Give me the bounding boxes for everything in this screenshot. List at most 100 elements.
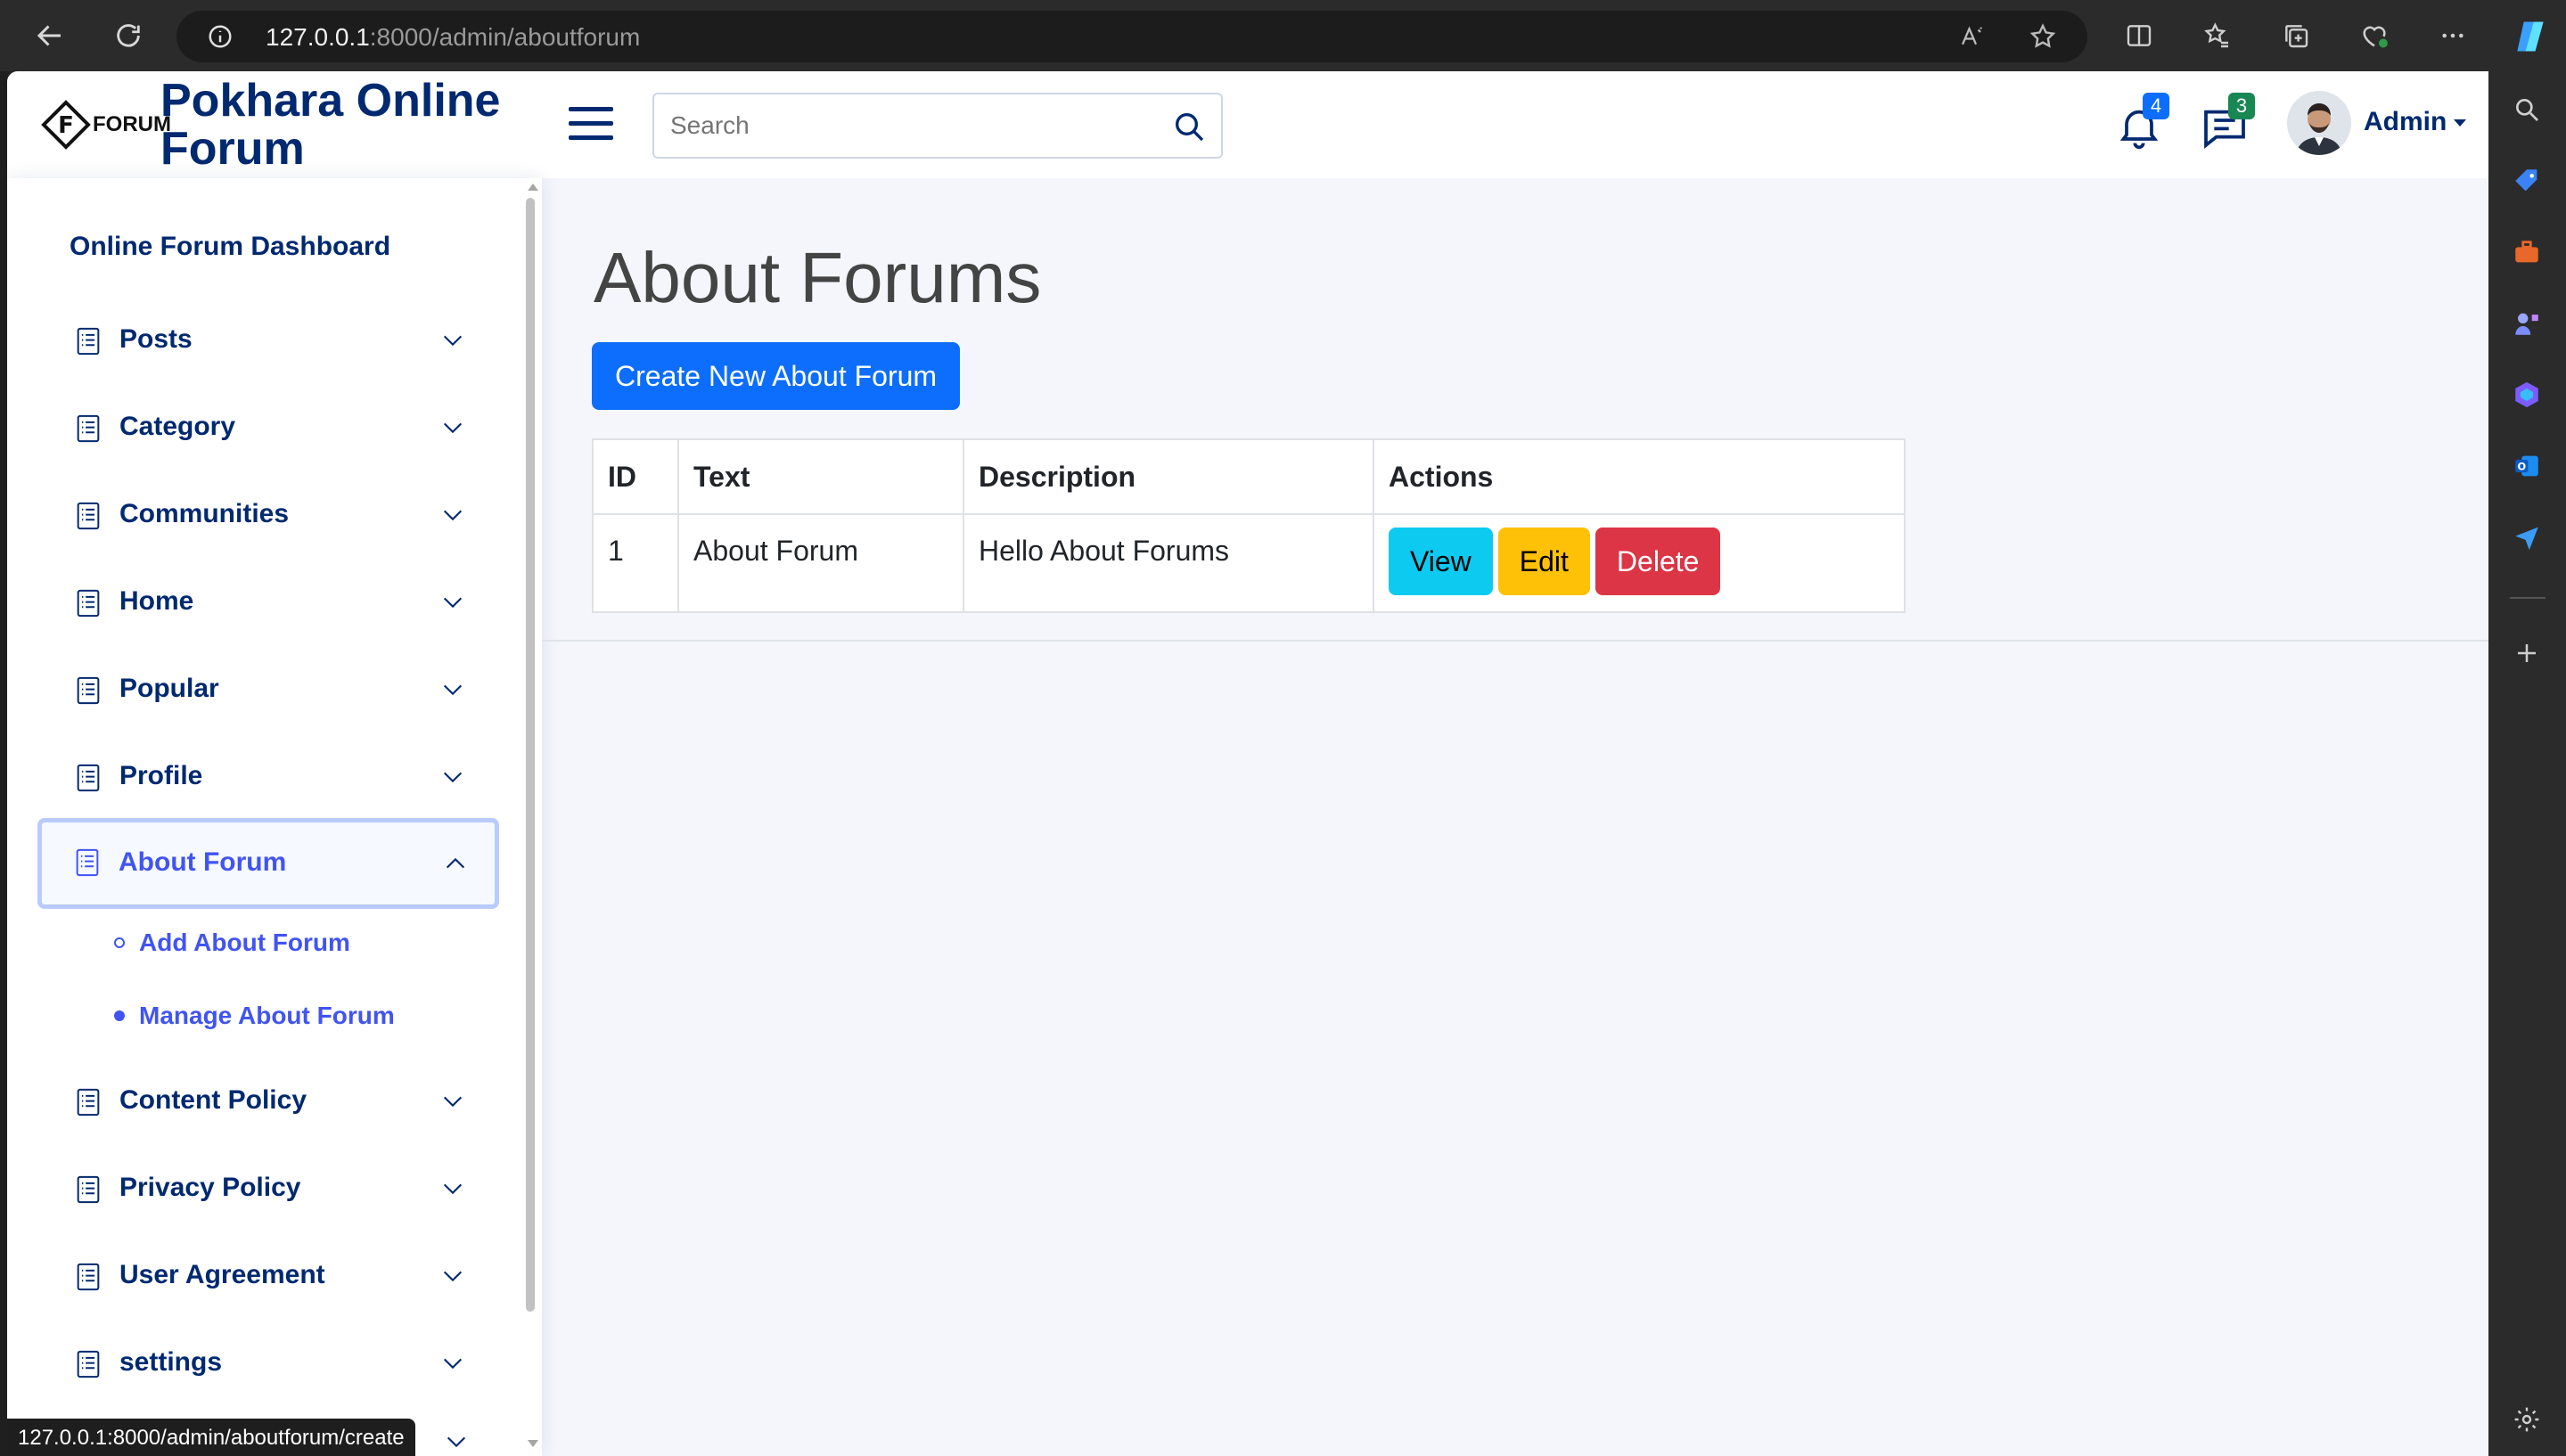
split-screen-icon[interactable] (2121, 18, 2157, 53)
chevron-down-icon (443, 1271, 463, 1282)
table-header-row: ID Text Description Actions (592, 438, 1906, 515)
document-icon (77, 764, 100, 792)
user-name: Admin (2364, 107, 2447, 136)
settings-gear-icon[interactable] (2506, 1399, 2547, 1440)
chevron-down-icon (443, 1096, 463, 1108)
document-icon (77, 676, 100, 705)
sidebar-item-home[interactable]: Home (39, 563, 496, 643)
sidebar-item-label: Communities (119, 499, 290, 528)
back-icon[interactable] (30, 16, 70, 55)
collections-icon[interactable] (2278, 18, 2314, 53)
outlook-icon[interactable]: O (2506, 446, 2547, 487)
sidebar-item-user-agreement[interactable]: User Agreement (39, 1237, 496, 1317)
document-icon (77, 327, 100, 356)
sidebar-item-label: Content Policy (119, 1085, 307, 1115)
column-header-text: Text (677, 438, 964, 515)
cell-text: About Forum (677, 513, 964, 613)
sidebar-item-label: settings (119, 1347, 223, 1377)
chevron-up-icon (446, 857, 465, 869)
favorites-icon[interactable] (2200, 18, 2235, 53)
search-icon[interactable] (1171, 109, 1207, 144)
sidebar-item-communities[interactable]: Communities (39, 476, 496, 556)
sidebar-subitem-add-about-forum[interactable]: Add About Forum (114, 928, 350, 957)
sidebar-item-label: Profile (119, 761, 203, 790)
document-icon (77, 1088, 100, 1117)
send-icon[interactable] (2506, 517, 2547, 558)
scroll-down-arrow-icon[interactable] (528, 1440, 538, 1447)
add-icon[interactable] (2506, 633, 2547, 674)
copilot-app-icon[interactable] (2506, 374, 2547, 415)
browser-essentials-icon[interactable] (2357, 18, 2392, 53)
notifications-badge: 4 (2143, 93, 2169, 119)
sidebar-scrollbar[interactable] (526, 198, 535, 1312)
about-forums-table: ID Text Description Actions 1 About Foru… (592, 438, 1906, 613)
document-icon (77, 1350, 100, 1378)
favorite-star-icon[interactable] (2025, 19, 2061, 54)
column-header-description: Description (963, 438, 1374, 515)
sidebar-item-privacy-policy[interactable]: Privacy Policy (39, 1149, 496, 1230)
document-icon (77, 589, 100, 618)
user-menu-dropdown[interactable]: Admin (2364, 107, 2467, 137)
column-header-id: ID (592, 438, 679, 515)
sidebar-item-content-policy[interactable]: Content Policy (39, 1062, 496, 1142)
sidebar-heading-dashboard[interactable]: Online Forum Dashboard (70, 232, 390, 262)
edge-divider (2510, 597, 2546, 599)
notifications-bell-icon[interactable]: 4 (2114, 93, 2169, 151)
sidebar-item-label: About Forum (119, 847, 287, 877)
sidebar-subitem-label: Add About Forum (139, 928, 350, 956)
site-header: F FORUM Pokhara Online Forum 4 3 (7, 71, 2488, 178)
more-options-icon[interactable] (2435, 18, 2471, 53)
sidebar-subitem-manage-about-forum[interactable]: Manage About Forum (114, 1002, 395, 1030)
chevron-down-icon (443, 772, 463, 783)
chevron-down-icon (2454, 119, 2467, 127)
view-button[interactable]: View (1389, 528, 1493, 595)
search-input[interactable] (654, 94, 1135, 157)
sidebar-item-label: User Agreement (119, 1260, 325, 1289)
avatar[interactable] (2287, 91, 2351, 155)
cell-description: Hello About Forums (963, 513, 1374, 613)
document-icon (77, 1175, 100, 1204)
site-brand-title[interactable]: Pokhara Online Forum (160, 77, 535, 173)
sidebar-item-settings[interactable]: settings (39, 1324, 496, 1404)
menu-toggle-icon[interactable] (569, 107, 613, 143)
sidebar-item-popular[interactable]: Popular (39, 650, 496, 731)
chevron-down-icon (443, 597, 463, 609)
sidebar-item-category[interactable]: Category (39, 389, 496, 469)
search-icon[interactable] (2506, 89, 2547, 130)
svg-text:F: F (58, 112, 74, 139)
site-logo[interactable]: F FORUM (41, 100, 171, 150)
circle-icon (114, 937, 125, 948)
main-content: About Forums Create New About Forum ID T… (542, 178, 2488, 1456)
copilot-icon[interactable] (2508, 14, 2553, 59)
address-bar[interactable]: 127.0.0.1:8000/admin/aboutforum (176, 11, 2087, 62)
sidebar-item-about-forum[interactable]: About Forum (37, 818, 499, 909)
document-icon (77, 414, 100, 443)
chevron-down-icon (443, 422, 463, 434)
sidebar-item-profile[interactable]: Profile (39, 738, 496, 818)
status-bar-url: 127.0.0.1:8000/admin/aboutforum/create (7, 1419, 415, 1456)
shopping-tag-icon[interactable] (2506, 160, 2547, 201)
read-aloud-icon[interactable] (1954, 19, 1989, 54)
delete-button[interactable]: Delete (1595, 528, 1721, 595)
games-icon[interactable] (2506, 303, 2547, 344)
edit-button[interactable]: Edit (1497, 528, 1590, 595)
site-info-icon[interactable] (207, 23, 234, 50)
document-icon (77, 1263, 100, 1291)
messages-badge: 3 (2228, 93, 2255, 119)
browser-toolbar: 127.0.0.1:8000/admin/aboutforum (0, 0, 2566, 71)
chevron-down-icon (443, 684, 463, 696)
sidebar-item-label: Category (119, 412, 236, 441)
sidebar-item-label: Home (119, 586, 194, 616)
sidebar-item-posts[interactable]: Posts (39, 301, 496, 381)
url-text[interactable]: 127.0.0.1:8000/admin/aboutforum (266, 23, 640, 52)
sidebar-item-label: Privacy Policy (119, 1173, 301, 1202)
document-icon (77, 502, 100, 530)
sidebar-item-label: Posts (119, 324, 193, 354)
search-bar (652, 93, 1223, 159)
tools-briefcase-icon[interactable] (2506, 232, 2547, 273)
messages-chat-icon[interactable]: 3 (2200, 93, 2255, 151)
reload-icon[interactable] (109, 16, 148, 55)
scroll-up-arrow-icon[interactable] (528, 184, 538, 191)
create-about-forum-button[interactable]: Create New About Forum (592, 342, 961, 410)
document-icon (76, 848, 99, 877)
